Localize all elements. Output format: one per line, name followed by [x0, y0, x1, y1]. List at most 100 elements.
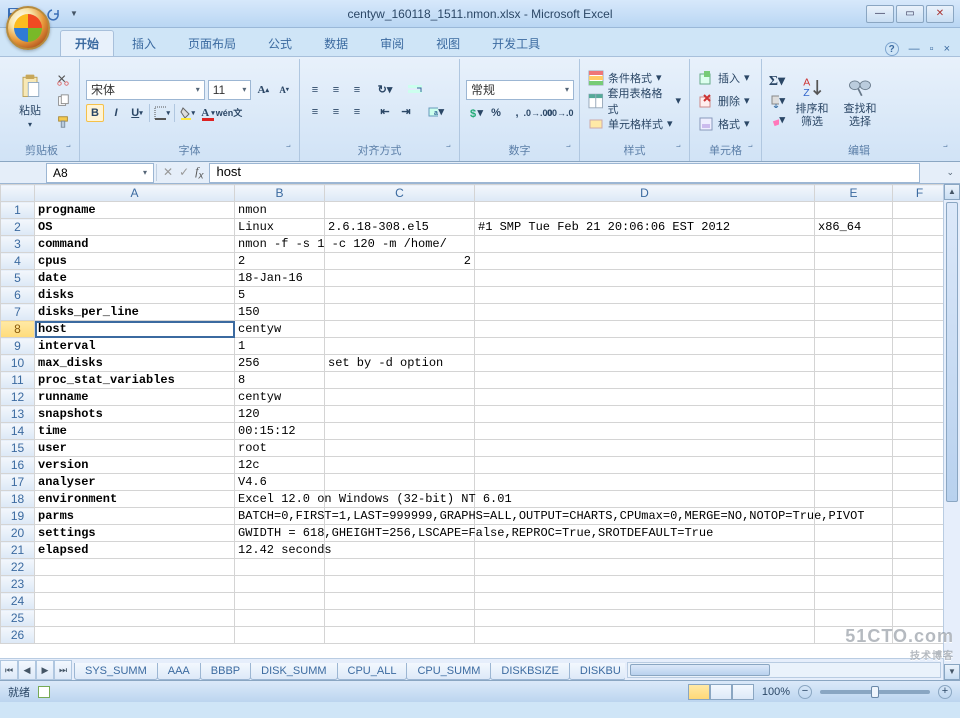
col-header-F[interactable]: F: [893, 185, 947, 202]
hscroll-thumb[interactable]: [630, 664, 770, 676]
cell-F19[interactable]: [893, 508, 947, 525]
percent-format-icon[interactable]: %: [487, 104, 505, 122]
paste-button[interactable]: 粘贴 ▾: [10, 61, 50, 140]
cell-E13[interactable]: [815, 406, 893, 423]
cell-E1[interactable]: [815, 202, 893, 219]
scroll-down-icon[interactable]: ▼: [944, 664, 960, 680]
cell-E8[interactable]: [815, 321, 893, 338]
cell-F15[interactable]: [893, 440, 947, 457]
cell-C4[interactable]: 2: [325, 253, 475, 270]
sheet-tab-CPU_SUMM[interactable]: CPU_SUMM: [406, 663, 491, 680]
sheet-tab-BBBP[interactable]: BBBP: [200, 663, 251, 680]
format-as-table-button[interactable]: 套用表格格式 ▾: [586, 90, 683, 112]
align-right-icon[interactable]: ≡: [348, 103, 366, 121]
mdi-restore-icon[interactable]: ▫: [930, 43, 934, 55]
ribbon-tab-4[interactable]: 数据: [310, 31, 362, 56]
cell-D6[interactable]: [475, 287, 815, 304]
cell-E7[interactable]: [815, 304, 893, 321]
row-header-26[interactable]: 26: [1, 627, 35, 644]
row-header-19[interactable]: 19: [1, 508, 35, 525]
clear-icon[interactable]: ▾: [768, 111, 786, 129]
cell-F26[interactable]: [893, 627, 947, 644]
minimize-button[interactable]: —: [866, 5, 894, 23]
find-select-button[interactable]: 查找和 选择: [838, 61, 882, 140]
cell-D8[interactable]: [475, 321, 815, 338]
align-left-icon[interactable]: ≡: [306, 103, 324, 121]
cell-A24[interactable]: [35, 593, 235, 610]
bold-button[interactable]: B: [86, 104, 104, 122]
cell-A17[interactable]: analyser: [35, 474, 235, 491]
cell-A2[interactable]: OS: [35, 219, 235, 236]
cell-B16[interactable]: 12c: [235, 457, 325, 474]
cell-F10[interactable]: [893, 355, 947, 372]
worksheet-grid[interactable]: ABCDEF1prognamenmon2OSLinux2.6.18-308.el…: [0, 184, 960, 680]
cell-A8[interactable]: host: [35, 321, 235, 338]
accounting-format-icon[interactable]: $▾: [466, 104, 484, 122]
font-color-button[interactable]: A▾: [199, 104, 217, 122]
cell-F11[interactable]: [893, 372, 947, 389]
cell-F5[interactable]: [893, 270, 947, 287]
row-header-9[interactable]: 9: [1, 338, 35, 355]
format-painter-icon[interactable]: [54, 113, 72, 131]
cell-A18[interactable]: environment: [35, 491, 235, 508]
cell-E22[interactable]: [815, 559, 893, 576]
col-header-A[interactable]: A: [35, 185, 235, 202]
cut-icon[interactable]: [54, 71, 72, 89]
cell-F25[interactable]: [893, 610, 947, 627]
cell-E26[interactable]: [815, 627, 893, 644]
row-header-15[interactable]: 15: [1, 440, 35, 457]
cell-C12[interactable]: [325, 389, 475, 406]
cell-B21[interactable]: 12.42 seconds: [235, 542, 325, 559]
merge-center-icon[interactable]: a▾: [427, 103, 445, 121]
cell-E24[interactable]: [815, 593, 893, 610]
cell-C15[interactable]: [325, 440, 475, 457]
row-header-24[interactable]: 24: [1, 593, 35, 610]
mdi-close-icon[interactable]: ×: [944, 43, 950, 55]
cell-B17[interactable]: V4.6: [235, 474, 325, 491]
cell-B15[interactable]: root: [235, 440, 325, 457]
border-button[interactable]: ▾: [153, 104, 171, 122]
cell-C2[interactable]: 2.6.18-308.el5: [325, 219, 475, 236]
zoom-slider[interactable]: [820, 690, 930, 694]
macro-record-icon[interactable]: [38, 686, 50, 698]
cell-D5[interactable]: [475, 270, 815, 287]
row-header-12[interactable]: 12: [1, 389, 35, 406]
ribbon-minimize-icon[interactable]: —: [909, 43, 920, 55]
row-header-21[interactable]: 21: [1, 542, 35, 559]
help-icon[interactable]: ?: [885, 42, 899, 56]
cell-B4[interactable]: 2: [235, 253, 325, 270]
col-header-E[interactable]: E: [815, 185, 893, 202]
sheet-tab-DISK_SUMM[interactable]: DISK_SUMM: [250, 663, 337, 680]
cell-B13[interactable]: 120: [235, 406, 325, 423]
cell-C21[interactable]: [325, 542, 475, 559]
cell-E2[interactable]: x86_64: [815, 219, 893, 236]
cell-C13[interactable]: [325, 406, 475, 423]
cell-B3[interactable]: nmon -f -s 1 -c 120 -m /home/: [235, 236, 325, 253]
sheet-nav-next[interactable]: ▶: [36, 660, 54, 680]
copy-icon[interactable]: [54, 92, 72, 110]
row-header-5[interactable]: 5: [1, 270, 35, 287]
cell-A13[interactable]: snapshots: [35, 406, 235, 423]
cell-D10[interactable]: [475, 355, 815, 372]
cell-C25[interactable]: [325, 610, 475, 627]
cell-D23[interactable]: [475, 576, 815, 593]
cell-C10[interactable]: set by -d option: [325, 355, 475, 372]
ribbon-tab-3[interactable]: 公式: [254, 31, 306, 56]
cell-B8[interactable]: centyw: [235, 321, 325, 338]
font-name-combo[interactable]: 宋体▾: [86, 80, 205, 100]
cell-A15[interactable]: user: [35, 440, 235, 457]
cell-C26[interactable]: [325, 627, 475, 644]
sheet-nav-first[interactable]: ⏮: [0, 660, 18, 680]
font-size-combo[interactable]: 11▾: [208, 80, 252, 100]
cell-C1[interactable]: [325, 202, 475, 219]
align-middle-icon[interactable]: ≡: [327, 81, 345, 99]
cell-C11[interactable]: [325, 372, 475, 389]
fill-color-button[interactable]: ▾: [178, 104, 196, 122]
cell-B6[interactable]: 5: [235, 287, 325, 304]
number-format-combo[interactable]: 常规▾: [466, 80, 574, 100]
row-header-3[interactable]: 3: [1, 236, 35, 253]
row-header-1[interactable]: 1: [1, 202, 35, 219]
cell-E17[interactable]: [815, 474, 893, 491]
cell-E23[interactable]: [815, 576, 893, 593]
cell-D17[interactable]: [475, 474, 815, 491]
